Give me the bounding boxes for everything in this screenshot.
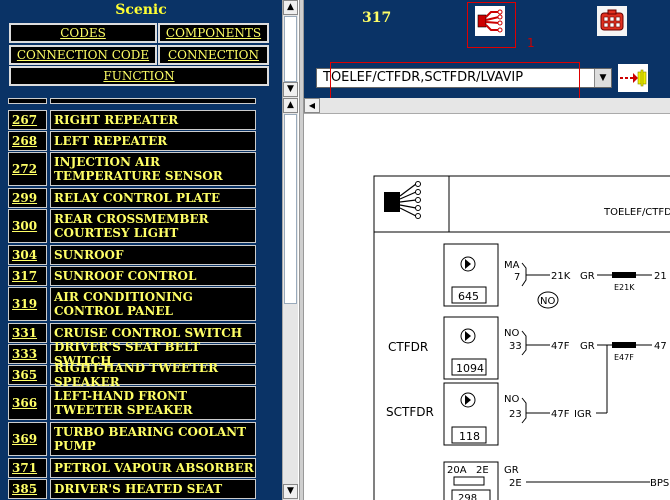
item-number-link[interactable]: 331 [8,323,47,343]
codes-button[interactable]: CODES [9,23,157,43]
list-item[interactable]: 304 SUNROOF [8,245,256,265]
sctfdr-label: SCTFDR [386,405,434,419]
wiring-diagram-svg: TOELEF/CTFDR,S 645 MA 7 21K GR 21 E21K N… [373,175,670,500]
scrollbar-thumb[interactable] [284,16,297,82]
scroll-down-arrow-icon[interactable]: ▼ [283,82,298,97]
scroll-up-arrow-icon[interactable]: ▲ [283,0,298,15]
vehicle-title: Scenic [115,2,167,18]
svg-text:7: 7 [514,272,520,283]
list-item-partial [8,98,256,104]
list-item[interactable]: 267 RIGHT REPEATER [8,110,256,130]
item-number-link[interactable]: 268 [8,131,47,151]
svg-text:118: 118 [459,430,480,443]
add-circuit-icon[interactable] [618,64,648,92]
item-label: LEFT REPEATER [50,131,256,151]
svg-text:NO: NO [504,328,519,339]
svg-text:47F: 47F [551,409,570,420]
svg-text:BPS: BPS [650,478,669,489]
svg-text:2E: 2E [509,478,522,489]
svg-text:1094: 1094 [456,362,484,375]
scroll-down-arrow-icon[interactable]: ▼ [283,484,298,499]
svg-text:47: 47 [654,341,667,352]
svg-text:GR: GR [580,271,595,282]
item-label: TURBO BEARING COOLANT PUMP [50,422,256,456]
list-item[interactable]: 365 RIGHT-HAND TWEETER SPEAKER [8,361,256,389]
list-item[interactable]: 299 RELAY CONTROL PLATE [8,188,256,208]
item-label: INJECTION AIR TEMPERATURE SENSOR [50,152,256,186]
list-item[interactable]: 371 PETROL VAPOUR ABSORBER [8,458,256,478]
item-label: AIR CONDITIONING CONTROL PANEL [50,287,256,321]
item-number-link[interactable]: 366 [8,386,47,420]
connection-code-button[interactable]: CONNECTION CODE [9,45,157,65]
components-button[interactable]: COMPONENTS [158,23,269,43]
svg-text:298: 298 [458,493,477,500]
item-number-link[interactable]: 333 [8,344,47,364]
list-item[interactable]: 385 DRIVER'S HEATED SEAT [8,479,256,499]
svg-text:MA: MA [504,260,520,271]
left-nav-panel: Scenic CODES COMPONENTS CONNECTION CODE … [0,0,282,98]
svg-text:E47F: E47F [614,353,634,362]
item-label: SUNROOF CONTROL [50,266,256,286]
svg-text:20A: 20A [447,465,467,476]
wiring-diagram: TOELEF/CTFDR,S 645 MA 7 21K GR 21 E21K N… [304,98,670,500]
function-button[interactable]: FUNCTION [9,66,269,86]
list-item[interactable]: 319 AIR CONDITIONING CONTROL PANEL [8,287,256,321]
item-number-link[interactable]: 371 [8,458,47,478]
item-label: REAR CROSSMEMBER COURTESY LIGHT [50,209,256,243]
svg-text:GR: GR [580,341,595,352]
svg-text:33: 33 [509,341,522,352]
item-label: RELAY CONTROL PLATE [50,188,256,208]
item-label: RIGHT-HAND TWEETER SPEAKER [50,361,256,389]
list-item[interactable]: 317 SUNROOF CONTROL [8,266,256,286]
item-number-link[interactable]: 304 [8,245,47,265]
item-number-link[interactable]: 385 [8,479,47,499]
svg-text:NO: NO [504,394,519,405]
list-item[interactable]: 369 TURBO BEARING COOLANT PUMP [8,422,256,456]
component-code: 317 [362,10,392,26]
list-item[interactable]: 272 INJECTION AIR TEMPERATURE SENSOR [8,152,256,186]
connection-button[interactable]: CONNECTION [158,45,269,65]
scroll-up-arrow-icon[interactable]: ▲ [283,98,298,113]
component-list: 267 RIGHT REPEATER 268 LEFT REPEATER 272… [0,98,282,500]
list-item[interactable]: 268 LEFT REPEATER [8,131,256,151]
item-number-link[interactable]: 299 [8,188,47,208]
item-number-link[interactable]: 319 [8,287,47,321]
item-label: DRIVER'S HEATED SEAT [50,479,256,499]
diagram-header-text: TOELEF/CTFDR,S [603,207,670,218]
diagram-hscrollbar[interactable]: ◀ [304,98,670,114]
component-id: 645 [458,290,479,303]
list-item[interactable]: 300 REAR CROSSMEMBER COURTESY LIGHT [8,209,256,243]
svg-text:GR: GR [504,465,519,476]
svg-text:47F: 47F [551,341,570,352]
item-number-link[interactable]: 300 [8,209,47,243]
annotation-label-1: 1 [527,36,535,50]
list-scrollbar[interactable]: ▲ ▼ [282,98,298,500]
svg-text:23: 23 [509,409,522,420]
item-label: PETROL VAPOUR ABSORBER [50,458,256,478]
chevron-down-icon[interactable]: ▼ [594,69,611,87]
svg-text:2E: 2E [476,465,489,476]
item-number-link[interactable]: 317 [8,266,47,286]
item-number-link[interactable]: 272 [8,152,47,186]
list-item[interactable]: 366 LEFT-HAND FRONT TWEETER SPEAKER [8,386,256,420]
ctfdr-label: CTFDR [388,340,428,354]
scroll-left-arrow-icon[interactable]: ◀ [304,98,320,113]
item-number-link[interactable]: 365 [8,365,47,385]
scrollbar-thumb[interactable] [284,114,297,304]
item-label: RIGHT REPEATER [50,110,256,130]
item-number-link[interactable]: 267 [8,110,47,130]
item-label: SUNROOF [50,245,256,265]
harness-symbol-icon [384,181,421,219]
svg-text:E21K: E21K [614,283,635,292]
svg-text:21K: 21K [551,271,571,282]
no-badge: NO [540,296,555,307]
item-label: LEFT-HAND FRONT TWEETER SPEAKER [50,386,256,420]
svg-text:IGR: IGR [574,409,592,420]
svg-text:21: 21 [654,271,667,282]
annotation-box-1 [467,2,516,48]
connector-icon[interactable] [597,6,627,36]
nav-scrollbar[interactable]: ▲ ▼ [282,0,298,98]
item-number-link[interactable]: 369 [8,422,47,456]
